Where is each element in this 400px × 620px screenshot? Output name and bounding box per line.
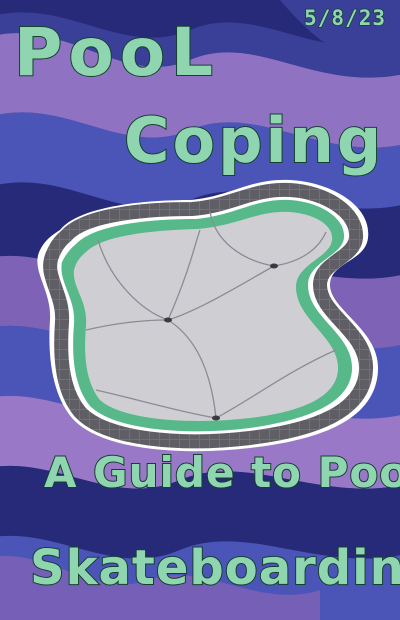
subtitle-line-1: A Guide to PooL	[43, 447, 400, 498]
issue-date: 5/8/23	[303, 5, 386, 31]
title-line-1: PooL	[13, 13, 220, 92]
empty-pool-illustration	[37, 179, 379, 452]
title-line-2: Coping	[123, 103, 385, 178]
zine-cover: 5/8/23 PooL Coping A Guide to PooL Skate…	[0, 0, 400, 620]
wavy-background	[0, 0, 400, 620]
subtitle-line-2: Skateboarding	[29, 539, 400, 597]
